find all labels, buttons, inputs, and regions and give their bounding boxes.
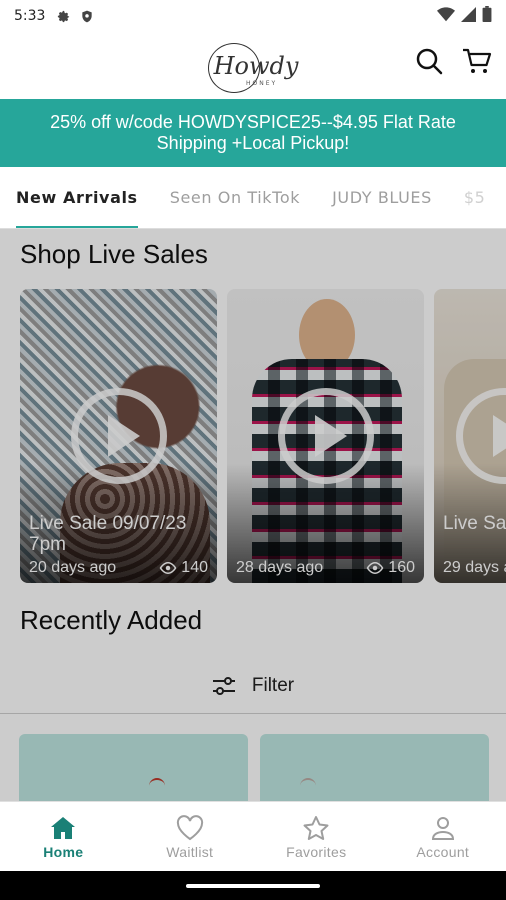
play-icon[interactable] [277,388,374,484]
product-grid [19,734,489,801]
nav-favorites[interactable]: Favorites [253,802,380,871]
search-icon[interactable] [412,44,446,78]
shield-icon [79,8,95,24]
tab-five-dollar[interactable]: $5 [448,167,502,228]
cart-icon[interactable] [460,44,494,78]
tab-label: JUDY BLUES [332,188,432,207]
tab-new-arrivals[interactable]: New Arrivals [0,167,154,228]
view-count: 160 [366,559,415,577]
gear-icon [55,8,71,24]
main-content[interactable]: Shop Live Sales Live Sale 09/07/23 7pm 2… [0,229,506,801]
live-sale-card[interactable]: 28 days ago 160 [227,289,424,583]
tab-label: New Arrivals [16,188,138,207]
live-sale-title: Live Sale 09/07/23 7pm [29,513,187,555]
filter-label: Filter [251,675,295,696]
product-image [149,778,165,786]
live-sale-card[interactable]: Live Sale 7pm 29 days ago [434,289,506,583]
eye-icon [159,562,177,574]
nav-label: Waitlist [166,843,214,860]
home-gesture-handle[interactable] [186,883,320,888]
eye-icon [366,562,384,574]
account-icon [429,814,457,842]
logo-subtext: HONEY [246,79,278,87]
live-sale-card[interactable]: Live Sale 09/07/23 7pm 20 days ago 140 [20,289,217,583]
live-sale-meta: 28 days ago 160 [236,559,415,577]
live-sale-meta: 29 days ago [443,559,506,577]
logo-text: Howdy [213,51,299,80]
product-card[interactable] [260,734,489,801]
sliders-icon [212,677,235,695]
heart-icon [176,814,204,842]
promo-banner[interactable]: 25% off w/code HOWDYSPICE25--$4.95 Flat … [0,99,506,167]
nav-account[interactable]: Account [380,802,506,871]
nav-label: Favorites [286,843,347,860]
view-count-value: 140 [181,559,208,576]
live-sale-age: 29 days ago [443,559,506,576]
nav-waitlist[interactable]: Waitlist [127,802,254,871]
status-bar: 5:33 [0,0,506,32]
product-card[interactable] [19,734,248,801]
filter-button[interactable]: Filter [0,659,506,713]
category-tabs: New Arrivals Seen On TikTok JUDY BLUES $… [0,167,506,229]
divider [0,713,506,714]
home-icon [49,814,77,842]
live-sale-age: 20 days ago [29,559,117,576]
tab-label: $5 [463,188,486,207]
nav-label: Account [416,843,470,860]
status-time: 5:33 [14,8,46,24]
nav-home[interactable]: Home [0,802,127,871]
battery-icon [482,6,492,26]
live-sales-carousel[interactable]: Live Sale 09/07/23 7pm 20 days ago 140 2… [20,289,506,583]
live-sale-title: Live Sale 7pm [443,513,506,534]
product-image [300,778,316,786]
view-count-value: 160 [388,559,415,576]
tab-label: Seen On TikTok [169,188,301,207]
gesture-bar [0,871,506,900]
live-sale-meta: 20 days ago 140 [29,559,208,577]
tab-seen-on-tiktok[interactable]: Seen On TikTok [154,167,316,228]
star-icon [302,814,330,842]
tab-judy-blues[interactable]: JUDY BLUES [316,167,448,228]
signal-icon [461,6,476,26]
wifi-icon [437,6,455,26]
nav-label: Home [43,843,84,860]
shop-live-sales-title: Shop Live Sales [20,239,208,269]
brand-logo[interactable]: Howdy HONEY [208,39,298,93]
app-header: Howdy HONEY [0,32,506,99]
promo-text: 25% off w/code HOWDYSPICE25--$4.95 Flat … [50,112,456,153]
view-count: 140 [159,559,208,577]
bottom-nav: Home Waitlist Favorites Account [0,801,506,871]
recently-added-title: Recently Added [20,605,203,635]
play-icon[interactable] [70,388,167,484]
live-sale-age: 28 days ago [236,559,324,576]
